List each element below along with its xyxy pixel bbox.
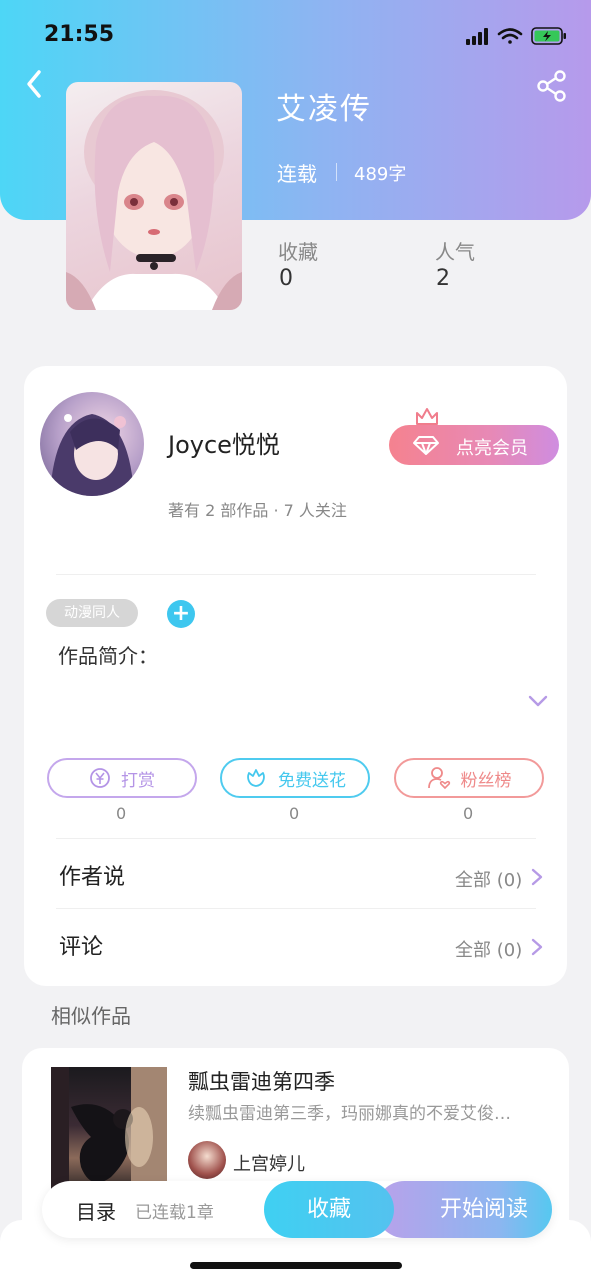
flower-icon <box>247 769 265 787</box>
divider <box>56 574 536 575</box>
fan-user-icon <box>427 767 450 790</box>
author-says-all: 全部 (0) <box>455 870 523 891</box>
comments-row[interactable]: 评论 全部 (0) <box>24 915 567 975</box>
comments-title: 评论 <box>59 935 104 960</box>
comments-all: 全部 (0) <box>455 940 523 961</box>
chevron-down-icon <box>528 695 548 707</box>
similar-work-cover[interactable] <box>51 1067 167 1197</box>
author-says-title: 作者说 <box>59 865 126 890</box>
fan-ranking-button[interactable]: 粉丝榜 <box>394 758 544 798</box>
yen-coin-icon <box>90 768 110 788</box>
tip-count: 0 <box>116 804 127 823</box>
start-reading-button[interactable]: 开始阅读 <box>376 1181 552 1238</box>
tag-chip[interactable]: 动漫同人 <box>46 599 138 627</box>
signal-icon <box>466 28 488 45</box>
avatar-illustration <box>50 414 134 496</box>
tip-button[interactable]: 打赏 <box>47 758 197 798</box>
share-icon <box>537 70 566 102</box>
serial-status: 连载 <box>277 162 317 186</box>
vip-button[interactable]: 点亮会员 <box>389 425 559 465</box>
author-name[interactable]: Joyce悦悦 <box>168 425 280 460</box>
popularity-label: 人气 <box>435 240 475 264</box>
start-reading-label: 开始阅读 <box>439 1197 528 1222</box>
chevron-right-icon <box>531 868 543 886</box>
author-avatar[interactable] <box>40 392 144 496</box>
chapters-meta: 已连载1章 <box>135 1203 214 1223</box>
favorites-label: 收藏 <box>278 240 318 264</box>
send-flower-button[interactable]: 免费送花 <box>220 758 370 798</box>
book-title: 艾凌传 <box>276 92 372 127</box>
add-tag-button[interactable]: + <box>167 600 195 628</box>
status-divider <box>336 163 337 181</box>
book-cover[interactable] <box>66 82 242 310</box>
author-meta: 著有 2 部作品 · 7 人关注 <box>168 501 347 520</box>
fan-ranking-label: 粉丝榜 <box>460 770 512 791</box>
divider <box>56 908 536 909</box>
table-of-contents-button[interactable]: 目录 <box>76 1196 116 1225</box>
similar-section-title: 相似作品 <box>51 1004 131 1028</box>
expand-button[interactable] <box>527 692 549 710</box>
tip-label: 打赏 <box>121 770 155 791</box>
popularity-count: 2 <box>436 266 450 291</box>
diamond-icon <box>413 436 439 455</box>
similar-author-avatar <box>188 1141 226 1179</box>
flower-count: 0 <box>289 804 300 823</box>
similar-work-desc: 续瓢虫雷迪第三季，玛丽娜真的不爱艾俊… <box>188 1104 511 1124</box>
back-button[interactable] <box>18 64 54 104</box>
intro-label: 作品简介： <box>58 644 158 668</box>
similar-author-name: 上宫婷儿 <box>233 1154 305 1175</box>
battery-icon <box>531 27 566 45</box>
vip-button-label: 点亮会员 <box>456 438 528 459</box>
chevron-right-icon <box>531 938 543 956</box>
send-flower-label: 免费送花 <box>278 770 346 791</box>
wifi-icon <box>497 28 523 44</box>
status-time: 21:55 <box>44 22 115 47</box>
status-icons <box>466 27 566 45</box>
favorites-count: 0 <box>279 266 293 291</box>
fan-count: 0 <box>463 804 474 823</box>
add-to-favorites-button[interactable]: 收藏 <box>264 1181 394 1238</box>
similar-work-title[interactable]: 瓢虫雷迪第四季 <box>188 1066 335 1096</box>
share-button[interactable] <box>534 68 570 104</box>
author-says-row[interactable]: 作者说 全部 (0) <box>24 845 567 905</box>
divider <box>56 838 536 839</box>
crown-icon <box>416 408 438 425</box>
similar-cover-illustration <box>51 1067 167 1197</box>
word-count: 489字 <box>354 164 407 185</box>
cover-illustration <box>66 90 242 310</box>
home-indicator <box>190 1262 402 1269</box>
chevron-left-icon <box>27 70 41 98</box>
